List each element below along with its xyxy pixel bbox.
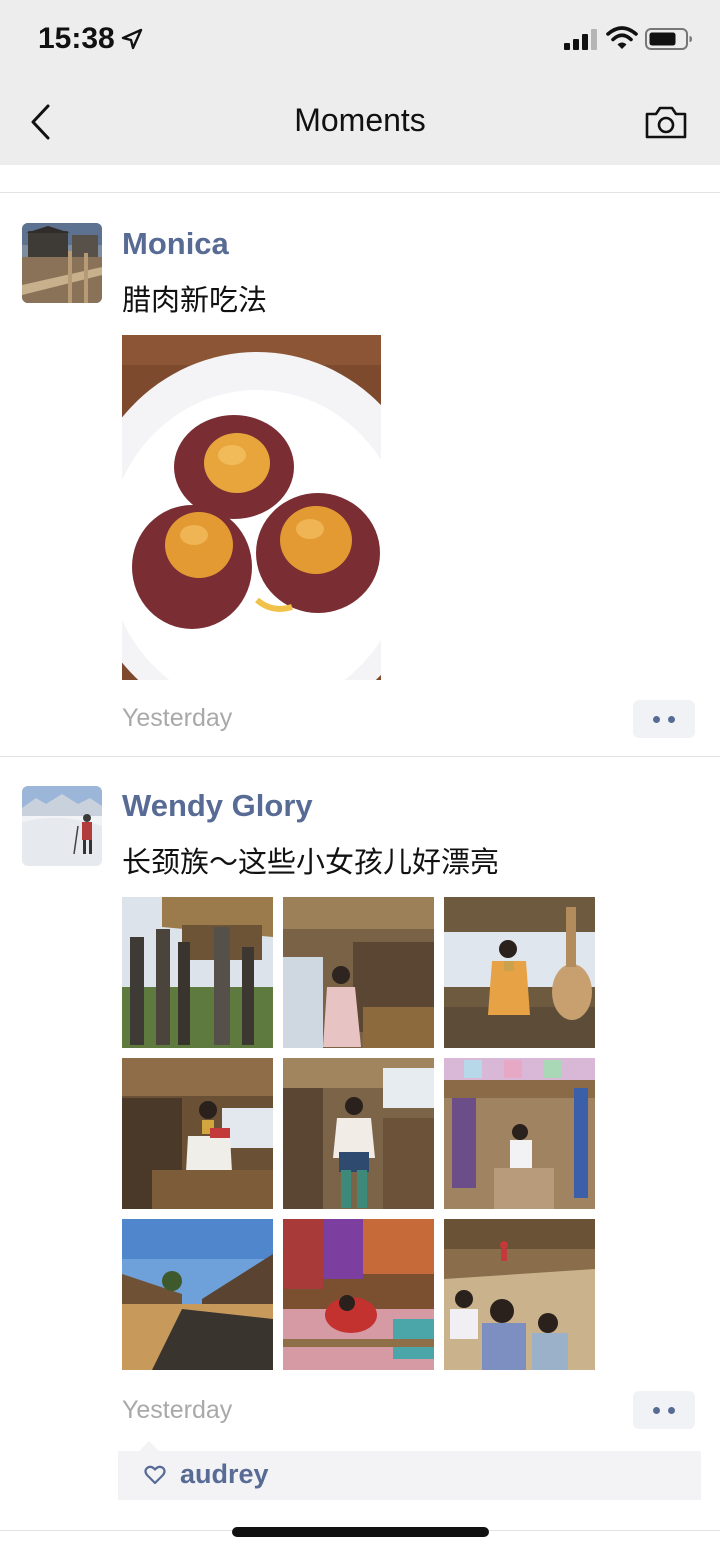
status-time: 15:38 xyxy=(38,22,115,55)
dot-icon xyxy=(668,1406,675,1414)
location-arrow-icon xyxy=(121,28,143,50)
photo-girl-in-doorway[interactable] xyxy=(283,1058,434,1209)
wifi-icon xyxy=(606,26,638,49)
photo-girl-with-guitar[interactable] xyxy=(444,897,595,1048)
top-bar: 15:38 Moments xyxy=(0,0,720,165)
post-author[interactable]: Monica xyxy=(122,226,229,262)
avatar-monica[interactable] xyxy=(22,223,102,303)
photo-girl-in-market-stall[interactable] xyxy=(283,897,434,1048)
top-divider xyxy=(0,192,720,193)
heart-icon xyxy=(144,1465,166,1485)
dot-icon xyxy=(653,1406,660,1414)
more-options-button[interactable] xyxy=(633,700,695,738)
post-divider xyxy=(0,756,720,757)
post-timestamp: Yesterday xyxy=(122,1396,233,1424)
moments-screen: 15:38 Moments Monica 腊肉新吃法 Yesterday Wen… xyxy=(0,0,720,1554)
page-title: Moments xyxy=(294,102,426,138)
battery-icon xyxy=(645,28,692,50)
post-author[interactable]: Wendy Glory xyxy=(122,788,313,824)
cellular-signal-icon xyxy=(564,29,597,50)
home-indicator[interactable] xyxy=(232,1527,489,1537)
post-text: 长颈族～这些小女孩儿好漂亮 xyxy=(122,845,500,879)
more-options-button[interactable] xyxy=(633,1391,695,1429)
photo-thatched-huts-path[interactable] xyxy=(122,1219,273,1370)
photo-woman-with-neck-rings[interactable] xyxy=(122,1058,273,1209)
dot-icon xyxy=(668,715,675,723)
post-text: 腊肉新吃法 xyxy=(122,283,268,317)
photo-woman-weaving-textiles[interactable] xyxy=(283,1219,434,1370)
photo-meat-patties[interactable] xyxy=(122,335,381,680)
photo-wooden-sculptures[interactable] xyxy=(122,897,273,1048)
camera-icon[interactable] xyxy=(644,104,688,140)
photo-village-children[interactable] xyxy=(444,1219,595,1370)
post-timestamp: Yesterday xyxy=(122,704,233,732)
avatar-wendy-glory[interactable] xyxy=(22,786,102,866)
liker-name[interactable]: audrey xyxy=(180,1459,269,1490)
photo-market-stall-textiles[interactable] xyxy=(444,1058,595,1209)
dot-icon xyxy=(653,715,660,723)
